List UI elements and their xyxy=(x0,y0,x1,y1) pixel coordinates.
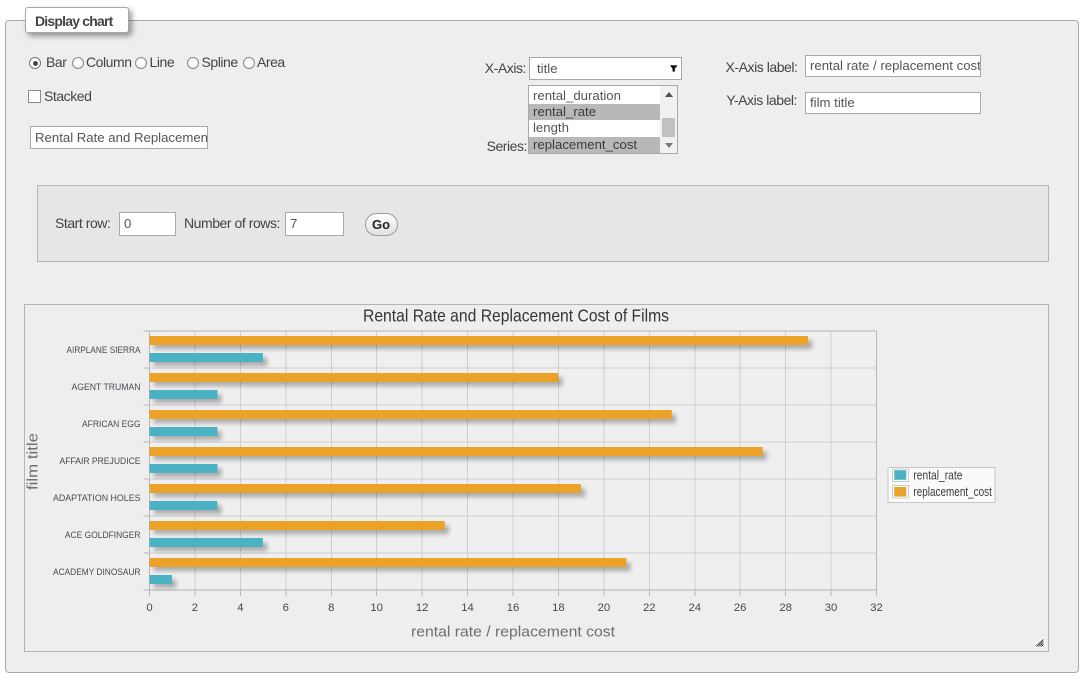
svg-text:20: 20 xyxy=(598,602,611,614)
svg-text:6: 6 xyxy=(283,602,289,614)
svg-text:14: 14 xyxy=(461,602,474,614)
svg-text:AFFAIR PREJUDICE: AFFAIR PREJUDICE xyxy=(60,456,141,467)
svg-text:AIRPLANE SIERRA: AIRPLANE SIERRA xyxy=(67,345,142,356)
svg-text:18: 18 xyxy=(552,602,565,614)
svg-text:8: 8 xyxy=(328,602,334,614)
svg-text:ACE GOLDFINGER: ACE GOLDFINGER xyxy=(65,530,141,541)
svg-text:ADAPTATION HOLES: ADAPTATION HOLES xyxy=(53,493,141,504)
svg-text:28: 28 xyxy=(779,602,792,614)
svg-text:22: 22 xyxy=(643,602,656,614)
svg-text:film title: film title xyxy=(26,433,42,490)
svg-text:30: 30 xyxy=(825,602,838,614)
svg-text:rental_rate: rental_rate xyxy=(913,469,962,483)
svg-text:Rental Rate and Replacement Co: Rental Rate and Replacement Cost of Film… xyxy=(363,305,669,325)
svg-text:AFRICAN EGG: AFRICAN EGG xyxy=(82,419,141,430)
svg-text:26: 26 xyxy=(734,602,747,614)
svg-text:32: 32 xyxy=(870,602,883,614)
svg-text:16: 16 xyxy=(507,602,520,614)
svg-text:AGENT TRUMAN: AGENT TRUMAN xyxy=(72,382,141,393)
svg-text:24: 24 xyxy=(688,602,701,614)
svg-text:10: 10 xyxy=(370,602,383,614)
svg-text:replacement_cost: replacement_cost xyxy=(913,485,992,499)
svg-text:2: 2 xyxy=(192,602,198,614)
svg-text:4: 4 xyxy=(237,602,243,614)
svg-text:rental rate / replacement cost: rental rate / replacement cost xyxy=(411,625,615,641)
svg-text:0: 0 xyxy=(146,602,152,614)
svg-text:ACADEMY DINOSAUR: ACADEMY DINOSAUR xyxy=(53,567,141,578)
svg-text:12: 12 xyxy=(416,602,429,614)
